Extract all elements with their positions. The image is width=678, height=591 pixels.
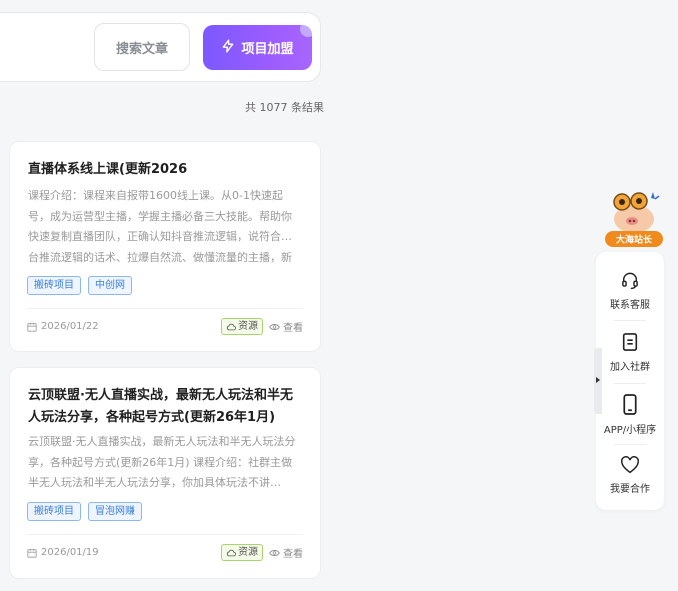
corner-decoration	[300, 25, 312, 37]
resource-badge: 资源	[221, 318, 263, 335]
article-card[interactable]: 直播体系线上课(更新2026 课程介绍：课程来自报带1600线上课。从0-1快速…	[9, 141, 321, 352]
side-item-label: APP/小程序	[603, 425, 657, 436]
mascot-logo[interactable]: 大海站长	[603, 186, 665, 248]
article-excerpt: 课程介绍：课程来自报带1600线上课。从0-1快速起号，成为运营型主播，学握主播…	[28, 189, 292, 264]
chevron-right-icon	[596, 377, 600, 383]
card-divider	[27, 308, 303, 309]
heart-icon	[621, 456, 639, 474]
view-label: 查看	[283, 323, 303, 334]
article-date: 2026/01/19	[27, 547, 99, 558]
note-icon	[622, 333, 638, 351]
article-date-text: 2026/01/22	[41, 321, 99, 332]
cloud-icon	[226, 549, 236, 556]
article-excerpt: 云顶联盟·无人直播实战，最新无人玩法和半无人玩法分享，各种起号方式(更新26年1…	[28, 435, 296, 489]
article-tag[interactable]: 中创网	[88, 276, 132, 295]
article-tag[interactable]: 冒泡网赚	[88, 502, 142, 521]
collapse-sidebar-handle[interactable]	[594, 348, 602, 414]
mascot-label: 大海站长	[616, 234, 653, 246]
customer-service-button[interactable]: 联系客服	[596, 271, 664, 311]
cloud-icon	[226, 323, 236, 330]
lightning-icon	[221, 38, 235, 57]
result-count: 共 1077 条结果	[245, 101, 324, 114]
side-divider	[614, 320, 646, 321]
side-divider	[614, 383, 646, 384]
resource-badge-label: 资源	[238, 321, 258, 332]
article-card[interactable]: 云顶联盟·无人直播实战，最新无人玩法和半无人玩法分享，各种起号方式(更新26年1…	[9, 367, 321, 579]
app-miniprogram-button[interactable]: APP/小程序	[596, 394, 664, 436]
card-divider	[27, 534, 303, 535]
headset-icon	[622, 272, 638, 290]
article-tag[interactable]: 搬砖项目	[27, 276, 81, 295]
calendar-icon	[27, 548, 37, 558]
view-button[interactable]: 查看	[269, 319, 303, 334]
side-divider	[614, 444, 646, 445]
join-community-button[interactable]: 加入社群	[596, 332, 664, 373]
article-date: 2026/01/22	[27, 321, 99, 332]
article-tag[interactable]: 搬砖项目	[27, 502, 81, 521]
calendar-icon	[27, 322, 37, 332]
side-toolbar: 联系客服 加入社群 APP/小程序 我要合作	[596, 252, 664, 510]
eye-icon	[269, 323, 280, 330]
project-join-button[interactable]: 项目加盟	[203, 25, 312, 70]
view-button[interactable]: 查看	[269, 545, 303, 560]
eye-icon	[269, 549, 280, 556]
resource-badge-label: 资源	[238, 547, 258, 558]
search-articles-button[interactable]: 搜索文章	[94, 23, 190, 71]
side-item-label: 加入社群	[610, 362, 650, 373]
phone-icon	[623, 394, 637, 415]
view-label: 查看	[283, 549, 303, 560]
cooperate-button[interactable]: 我要合作	[596, 456, 664, 495]
side-item-label: 我要合作	[610, 484, 650, 495]
side-item-label: 联系客服	[610, 300, 650, 311]
article-date-text: 2026/01/19	[41, 547, 99, 558]
article-title[interactable]: 云顶联盟·无人直播实战，最新无人玩法和半无人玩法分享，各种起号方式(更新26年1…	[28, 385, 302, 429]
article-title[interactable]: 直播体系线上课(更新2026	[28, 159, 302, 181]
resource-badge: 资源	[221, 544, 263, 561]
project-join-label: 项目加盟	[241, 42, 294, 57]
